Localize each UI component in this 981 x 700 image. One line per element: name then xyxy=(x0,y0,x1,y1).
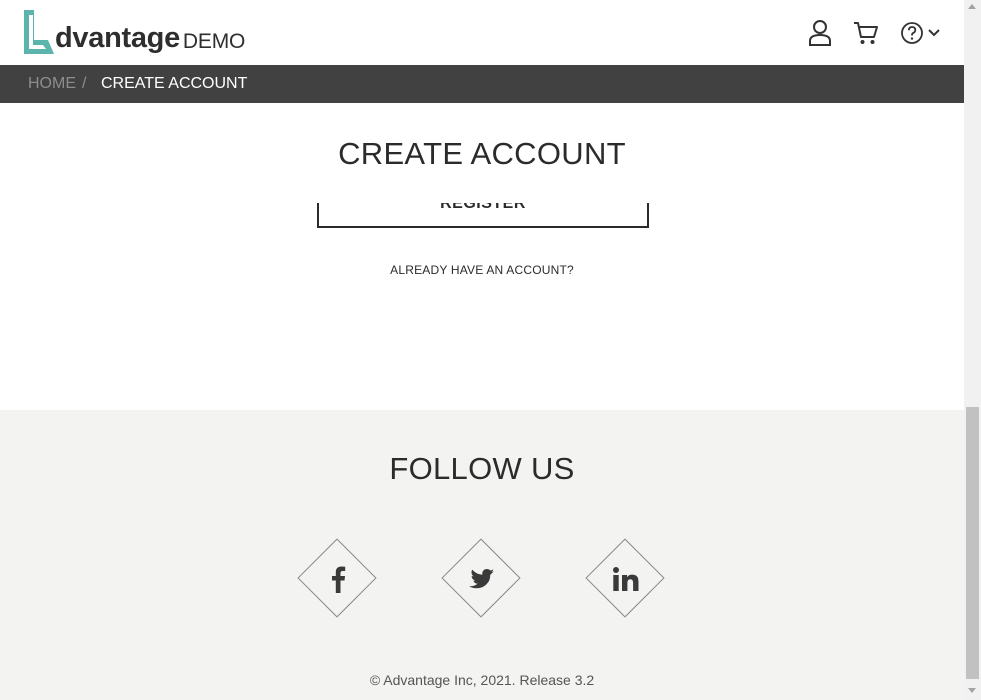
scroll-down-arrow-icon[interactable] xyxy=(968,688,976,693)
scrollbar-thumb[interactable] xyxy=(966,407,979,679)
linkedin-icon xyxy=(585,538,667,620)
facebook-icon xyxy=(297,538,379,620)
already-have-account-link[interactable]: ALREADY HAVE AN ACCOUNT? xyxy=(0,263,964,277)
logo[interactable]: dvantage DEMO xyxy=(22,10,245,54)
chevron-down-icon xyxy=(928,29,940,37)
logo-mark-icon xyxy=(24,10,54,54)
breadcrumb-current: CREATE ACCOUNT xyxy=(101,75,248,92)
help-icon xyxy=(901,22,923,44)
twitter-icon xyxy=(441,538,523,620)
facebook-link[interactable] xyxy=(297,538,379,620)
twitter-link[interactable] xyxy=(441,538,523,620)
header: dvantage DEMO xyxy=(0,0,964,65)
logo-suffix: DEMO xyxy=(182,30,246,53)
page: dvantage DEMO HOME / CREATE ACCOUNT CREA… xyxy=(0,0,964,700)
copyright-text: © Advantage Inc, 2021. Release 3.2 xyxy=(369,672,595,688)
breadcrumb-separator: / xyxy=(82,75,87,92)
linkedin-link[interactable] xyxy=(585,538,667,620)
vertical-scrollbar[interactable] xyxy=(964,0,981,700)
user-icon[interactable] xyxy=(808,18,832,48)
scroll-up-arrow-icon[interactable] xyxy=(968,4,976,9)
help-menu[interactable] xyxy=(900,18,941,48)
scroll-clip xyxy=(300,180,660,203)
page-title: CREATE ACCOUNT xyxy=(338,136,626,171)
breadcrumb: HOME / CREATE ACCOUNT xyxy=(0,65,964,103)
follow-us-title: FOLLOW US xyxy=(389,451,575,486)
footer: FOLLOW US © Advantage Inc, 2021. Release… xyxy=(0,410,964,700)
logo-text: dvantage xyxy=(55,22,180,54)
cart-icon[interactable] xyxy=(853,18,879,48)
breadcrumb-home[interactable]: HOME xyxy=(28,75,76,93)
